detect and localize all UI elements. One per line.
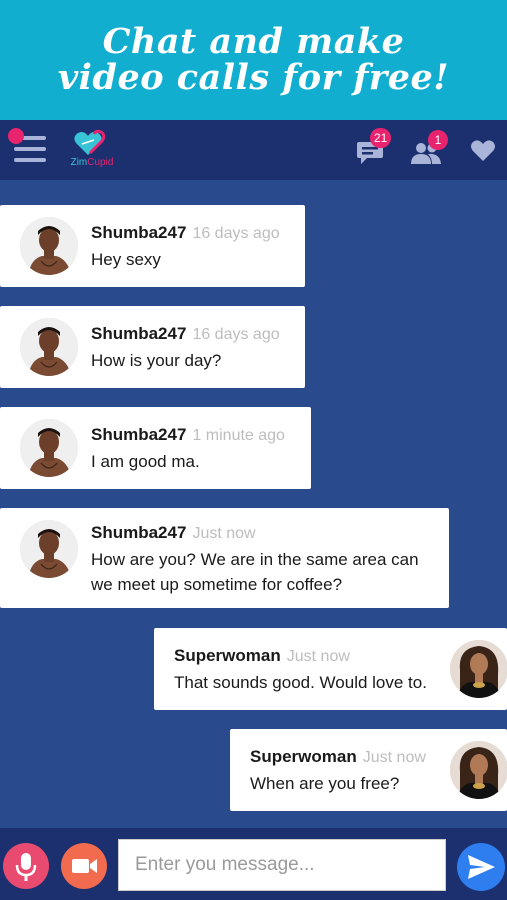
heart-icon xyxy=(471,140,495,161)
message-header: Superwoman Just now xyxy=(174,646,427,668)
sender-avatar[interactable] xyxy=(450,640,507,698)
voice-message-button[interactable] xyxy=(3,843,49,889)
sender-name[interactable]: Superwoman xyxy=(174,646,281,665)
promo-headline-line1: Chat and make xyxy=(102,21,405,62)
avatar-image xyxy=(450,640,507,698)
sender-avatar[interactable] xyxy=(20,217,78,275)
avatar-image xyxy=(450,741,507,799)
message-text: Hey sexy xyxy=(91,250,161,269)
message-text: How is your day? xyxy=(91,351,222,370)
hamburger-menu-bar xyxy=(14,158,46,162)
message-time: 16 days ago xyxy=(192,225,280,242)
message-header: Shumba247 Just now xyxy=(91,523,419,545)
sender-name[interactable]: Shumba247 xyxy=(91,223,186,242)
message-header: Superwoman Just now xyxy=(250,747,426,769)
zimcupid-logo xyxy=(74,129,106,155)
message-time: Just now xyxy=(286,648,350,665)
avatar-image xyxy=(20,419,78,477)
microphone-icon xyxy=(15,853,37,881)
messages-count-badge: 21 xyxy=(370,128,392,148)
message-content: Superwoman Just now That sounds good. Wou… xyxy=(174,646,427,695)
video-call-button[interactable] xyxy=(61,843,107,889)
message-time: Just now xyxy=(362,749,426,766)
chat-thread[interactable]: Shumba247 16 days ago Hey sexy Shumba247 1… xyxy=(0,180,507,828)
message-composer xyxy=(0,828,507,900)
logo-text-zim: Zim xyxy=(70,157,88,168)
message-content: Shumba247 16 days ago Hey sexy xyxy=(91,223,280,272)
message-sent: Superwoman Just now That sounds good. Wou… xyxy=(154,628,507,710)
message-received: Shumba247 Just now How are you? We are in… xyxy=(0,508,449,608)
message-text: When are you free? xyxy=(250,774,400,793)
message-sent: Superwoman Just now When are you free? xyxy=(230,729,507,811)
message-header: Shumba247 16 days ago xyxy=(91,223,280,245)
send-button[interactable] xyxy=(457,843,505,891)
promo-headline-line2: video calls for free! xyxy=(57,57,450,98)
message-text: I am good ma. xyxy=(91,452,200,471)
avatar-image xyxy=(20,318,78,376)
app-bar: ZimCupid 21 1 xyxy=(0,120,507,180)
hamburger-menu-bar xyxy=(14,147,46,151)
sender-avatar[interactable] xyxy=(450,741,507,799)
logo-text: ZimCupid xyxy=(68,157,116,169)
video-camera-icon xyxy=(72,859,97,873)
messages-button[interactable]: 21 xyxy=(356,128,392,166)
menu-button[interactable] xyxy=(8,128,48,164)
sender-avatar[interactable] xyxy=(20,318,78,376)
message-content: Shumba247 1 minute ago I am good ma. xyxy=(91,425,285,474)
avatar-image xyxy=(20,520,78,578)
sender-name[interactable]: Shumba247 xyxy=(91,523,186,542)
message-time: 1 minute ago xyxy=(192,427,285,444)
avatar-image xyxy=(20,217,78,275)
app-logo[interactable]: ZimCupid xyxy=(68,128,116,174)
sender-name[interactable]: Superwoman xyxy=(250,747,357,766)
message-input[interactable] xyxy=(118,839,446,891)
notification-dot xyxy=(8,128,24,144)
favorites-button[interactable] xyxy=(470,134,502,166)
message-text: How are you? We are in the same area can… xyxy=(91,547,419,597)
requests-button[interactable]: 1 xyxy=(410,130,448,166)
message-text-line: we meet up sometime for coffee? xyxy=(91,575,343,594)
sender-name[interactable]: Shumba247 xyxy=(91,324,186,343)
requests-count-badge: 1 xyxy=(428,130,448,150)
send-icon xyxy=(468,855,495,879)
logo-text-cupid: Cupid xyxy=(87,157,114,168)
message-content: Superwoman Just now When are you free? xyxy=(250,747,426,796)
message-content: Shumba247 Just now How are you? We are in… xyxy=(91,523,419,597)
promo-banner: Chat and make video calls for free! xyxy=(0,0,507,120)
message-text: That sounds good. Would love to. xyxy=(174,673,427,692)
message-text-line: How are you? We are in the same area can xyxy=(91,550,419,569)
message-time: Just now xyxy=(192,525,256,542)
message-received: Shumba247 16 days ago How is your day? xyxy=(0,306,305,388)
sender-avatar[interactable] xyxy=(20,419,78,477)
message-header: Shumba247 1 minute ago xyxy=(91,425,285,447)
message-time: 16 days ago xyxy=(192,326,280,343)
message-header: Shumba247 16 days ago xyxy=(91,324,280,346)
message-received: Shumba247 16 days ago Hey sexy xyxy=(0,205,305,287)
message-content: Shumba247 16 days ago How is your day? xyxy=(91,324,280,373)
sender-name[interactable]: Shumba247 xyxy=(91,425,186,444)
message-received: Shumba247 1 minute ago I am good ma. xyxy=(0,407,311,489)
sender-avatar[interactable] xyxy=(20,520,78,578)
